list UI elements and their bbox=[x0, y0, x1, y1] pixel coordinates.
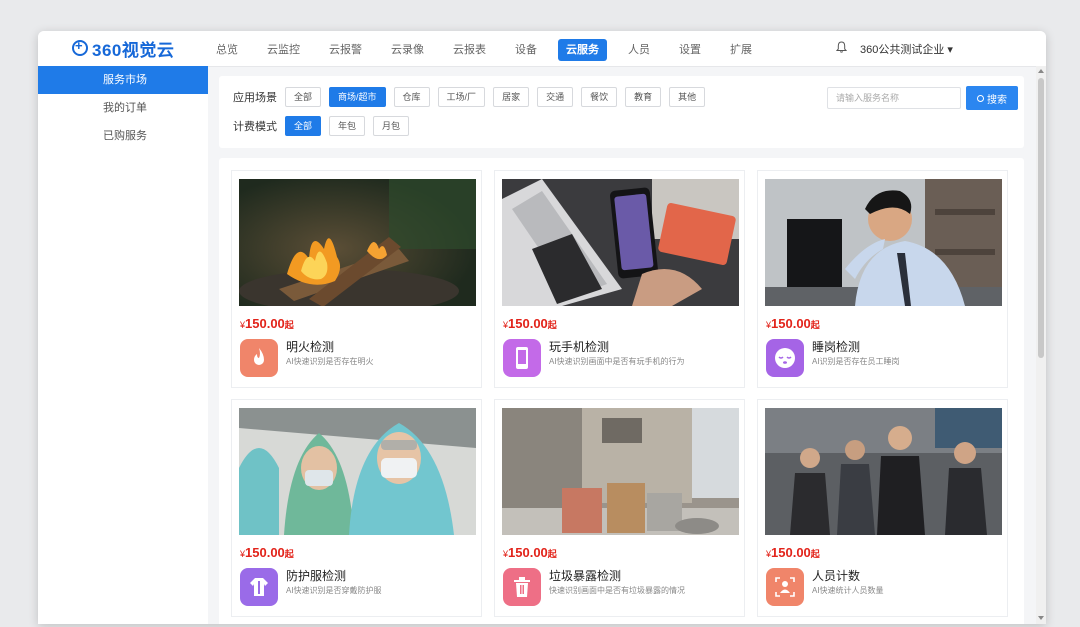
account-menu[interactable]: 360公共测试企业 ▾ bbox=[860, 41, 953, 57]
service-title: 睡岗检测 bbox=[812, 340, 861, 354]
nav-item-devices[interactable]: 设备 bbox=[507, 39, 545, 61]
service-card-sleep[interactable]: ¥150.00起 睡岗检测 AI识别是否存在员工睡岗 bbox=[757, 170, 1008, 388]
price-label: ¥150.00起 bbox=[766, 316, 820, 331]
phone-photo bbox=[502, 179, 739, 306]
person-count-icon bbox=[766, 568, 804, 606]
logo[interactable]: 360视觉云 bbox=[72, 37, 175, 60]
scrollbar[interactable] bbox=[1036, 66, 1046, 624]
main-nav: 总览 云监控 云报警 云录像 云报表 设备 云服务 人员 设置 扩展 bbox=[208, 39, 773, 61]
scene-chip-factory[interactable]: 工场/厂 bbox=[437, 87, 486, 107]
fire-photo bbox=[239, 179, 476, 306]
scene-chip-dining[interactable]: 餐饮 bbox=[581, 87, 618, 107]
nav-item-report[interactable]: 云报表 bbox=[445, 39, 494, 61]
service-description: 快速识别画面中是否有垃圾暴露的情况 bbox=[549, 586, 685, 595]
scene-chip-traffic[interactable]: 交通 bbox=[537, 87, 574, 107]
nav-item-cloud-service[interactable]: 云服务 bbox=[558, 39, 607, 61]
trash-icon bbox=[503, 568, 541, 606]
service-title: 垃圾暴露检测 bbox=[549, 569, 622, 583]
protective-suit-photo bbox=[239, 408, 476, 535]
service-title: 人员计数 bbox=[812, 569, 861, 583]
billing-chip-yearly[interactable]: 年包 bbox=[329, 116, 366, 136]
garbage-photo bbox=[502, 408, 739, 535]
filter-panel: 应用场景 全部 商场/超市 仓库 工场/厂 居家 交通 餐饮 教育 其他 计费模… bbox=[219, 76, 1024, 148]
nav-item-personnel[interactable]: 人员 bbox=[620, 39, 658, 61]
price-label: ¥150.00起 bbox=[503, 316, 557, 331]
service-card-phone[interactable]: ¥150.00起 玩手机检测 AI快速识别画面中是否有玩手机的行为 bbox=[494, 170, 745, 388]
nav-item-overview[interactable]: 总览 bbox=[208, 39, 246, 61]
crowd-photo bbox=[765, 408, 1002, 535]
scene-chip-mall[interactable]: 商场/超市 bbox=[329, 87, 386, 107]
service-grid: ¥150.00起 明火检测 AI快速识别是否存在明火 ¥150.00起 玩手机检… bbox=[219, 158, 1024, 624]
scene-chip-warehouse[interactable]: 仓库 bbox=[393, 87, 430, 107]
price-label: ¥150.00起 bbox=[766, 545, 820, 560]
billing-label: 计费模式 bbox=[233, 121, 277, 133]
service-title: 玩手机检测 bbox=[549, 340, 610, 354]
service-description: AI快速识别画面中是否有玩手机的行为 bbox=[549, 357, 685, 366]
scene-chip-education[interactable]: 教育 bbox=[625, 87, 662, 107]
scene-chip-all[interactable]: 全部 bbox=[285, 87, 322, 107]
search-input[interactable] bbox=[827, 87, 961, 109]
service-title: 明火检测 bbox=[286, 340, 335, 354]
logo-text: 360视觉云 bbox=[92, 40, 175, 60]
app-window: 360视觉云 总览 云监控 云报警 云录像 云报表 设备 云服务 人员 设置 扩… bbox=[38, 31, 1046, 624]
service-card-garbage[interactable]: ¥150.00起 垃圾暴露检测 快速识别画面中是否有垃圾暴露的情况 bbox=[494, 399, 745, 617]
scrollbar-thumb[interactable] bbox=[1038, 78, 1044, 358]
service-card-protective-suit[interactable]: ¥150.00起 防护服检测 AI快速识别是否穿戴防护服 bbox=[231, 399, 482, 617]
scene-label: 应用场景 bbox=[233, 92, 277, 104]
billing-chip-monthly[interactable]: 月包 bbox=[373, 116, 410, 136]
scene-chip-home[interactable]: 居家 bbox=[493, 87, 530, 107]
service-card-fire[interactable]: ¥150.00起 明火检测 AI快速识别是否存在明火 bbox=[231, 170, 482, 388]
sidebar-item-my-orders[interactable]: 我的订单 bbox=[38, 94, 208, 122]
scene-filter-row: 应用场景 全部 商场/超市 仓库 工场/厂 居家 交通 餐饮 教育 其他 bbox=[233, 87, 713, 107]
price-label: ¥150.00起 bbox=[503, 545, 557, 560]
service-title: 防护服检测 bbox=[286, 569, 347, 583]
nav-item-monitor[interactable]: 云监控 bbox=[259, 39, 308, 61]
search-button-label: 搜索 bbox=[987, 94, 1007, 106]
service-description: AI快速识别是否存在明火 bbox=[286, 357, 374, 366]
billing-filter-row: 计费模式 全部 年包 月包 bbox=[233, 116, 417, 136]
sidebar-item-purchased[interactable]: 已购服务 bbox=[38, 122, 208, 150]
price-label: ¥150.00起 bbox=[240, 316, 294, 331]
sleep-photo bbox=[765, 179, 1002, 306]
service-description: AI快速统计人员数量 bbox=[812, 586, 884, 595]
scroll-down-arrow-icon[interactable] bbox=[1038, 616, 1044, 620]
service-card-person-count[interactable]: ¥150.00起 人员计数 AI快速统计人员数量 bbox=[757, 399, 1008, 617]
sleep-face-icon bbox=[766, 339, 804, 377]
search-button[interactable]: 搜索 bbox=[966, 86, 1018, 110]
billing-chip-all[interactable]: 全部 bbox=[285, 116, 322, 136]
flame-icon bbox=[240, 339, 278, 377]
scroll-up-arrow-icon[interactable] bbox=[1038, 69, 1044, 73]
service-description: AI识别是否存在员工睡岗 bbox=[812, 357, 900, 366]
phone-icon bbox=[503, 339, 541, 377]
nav-item-settings[interactable]: 设置 bbox=[671, 39, 709, 61]
nav-item-recording[interactable]: 云录像 bbox=[383, 39, 432, 61]
search-icon bbox=[977, 94, 984, 102]
bell-icon[interactable] bbox=[836, 41, 847, 53]
sidebar-item-service-market[interactable]: 服务市场 bbox=[38, 66, 208, 94]
scene-chip-other[interactable]: 其他 bbox=[669, 87, 706, 107]
service-description: AI快速识别是否穿戴防护服 bbox=[286, 586, 382, 595]
price-label: ¥150.00起 bbox=[240, 545, 294, 560]
protective-suit-icon bbox=[240, 568, 278, 606]
logo-icon bbox=[72, 38, 88, 56]
nav-item-alarm[interactable]: 云报警 bbox=[321, 39, 370, 61]
sidebar: 服务市场 我的订单 已购服务 bbox=[38, 66, 208, 624]
nav-item-extensions[interactable]: 扩展 bbox=[722, 39, 760, 61]
top-bar: 360视觉云 总览 云监控 云报警 云录像 云报表 设备 云服务 人员 设置 扩… bbox=[38, 31, 1046, 67]
